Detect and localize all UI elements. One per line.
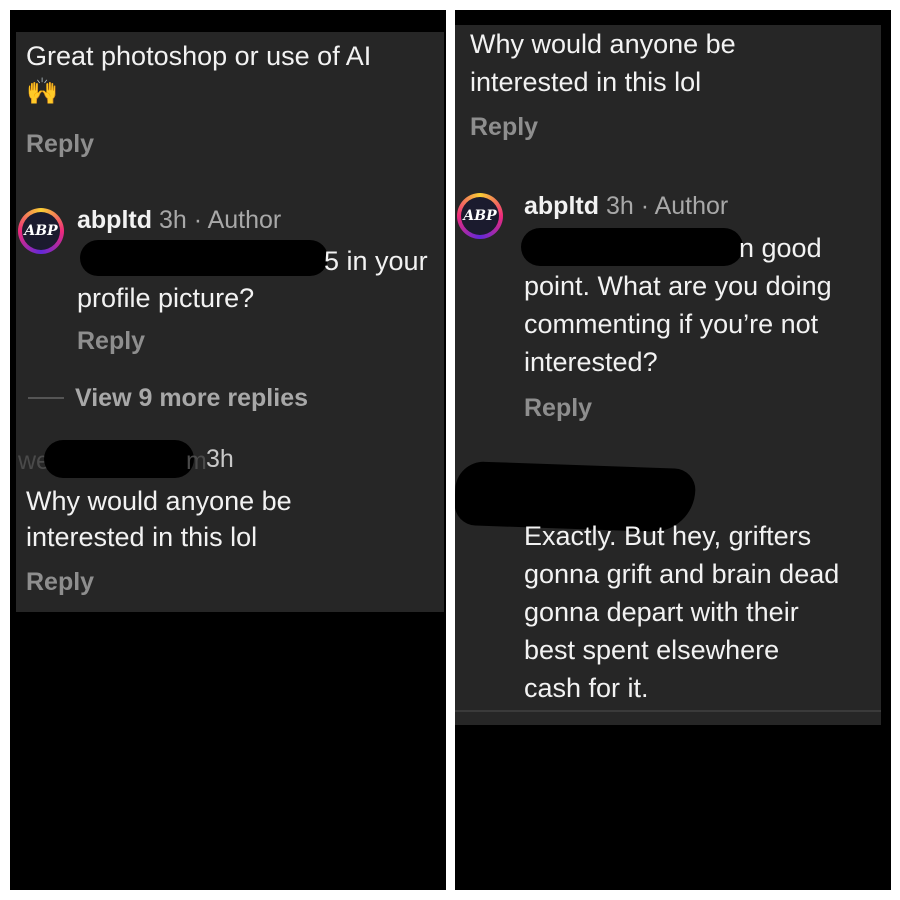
comment-text: gonna depart with their [524, 597, 799, 627]
comment-text: profile picture? [77, 283, 255, 313]
comment-time: 3h [206, 445, 234, 473]
username-partial: m [186, 447, 207, 475]
left-screenshot: Great photoshop or use of AI 🙌 Reply ABP… [10, 10, 446, 890]
redaction-mark [44, 440, 194, 478]
comment-text: Great photoshop or use of AI [26, 41, 372, 71]
avatar-logo: ABP [461, 197, 499, 235]
view-more-replies-link[interactable]: View 9 more replies [75, 384, 308, 413]
comment-text: gonna grift and brain dead [524, 559, 840, 589]
divider [455, 710, 881, 712]
comment-text: Why would anyone be [26, 486, 292, 516]
reply-button[interactable]: Reply [26, 130, 94, 159]
thread-line [28, 397, 64, 399]
redaction-mark [521, 228, 743, 266]
redaction-mark [80, 240, 328, 276]
comment-text: Why would anyone be [470, 29, 736, 59]
comment-text: 5 in your [324, 246, 428, 276]
comment-text: n good [739, 233, 822, 263]
comment-text: cash for it. [524, 673, 649, 703]
reply-button[interactable]: Reply [470, 113, 538, 142]
comment-text: interested? [524, 347, 658, 377]
comment-text: interested in this lol [470, 67, 702, 97]
username-link[interactable]: abpltd [77, 206, 152, 234]
comments-card: Great photoshop or use of AI 🙌 Reply ABP… [16, 32, 444, 612]
username-link[interactable]: abpltd [524, 192, 599, 220]
avatar[interactable]: ABP [457, 193, 503, 239]
comments-card: Why would anyone be interested in this l… [455, 25, 881, 725]
comment-text: Exactly. But hey, grifters [524, 521, 812, 551]
comment-header: abpltd 3h · Author [77, 206, 281, 235]
comment-meta: 3h · Author [152, 206, 282, 234]
right-screenshot: Why would anyone be interested in this l… [455, 10, 891, 890]
comment-meta: 3h · Author [599, 192, 729, 220]
comment-text: commenting if you’re not [524, 309, 819, 339]
reply-button[interactable]: Reply [524, 394, 592, 423]
comment-header: abpltd 3h · Author [524, 192, 728, 221]
reply-button[interactable]: Reply [77, 327, 145, 356]
reply-button[interactable]: Reply [26, 568, 94, 597]
avatar[interactable]: ABP [18, 208, 64, 254]
comment-text: interested in this lol [26, 522, 258, 552]
avatar-logo: ABP [22, 212, 60, 250]
raised-hands-emoji: 🙌 [26, 76, 59, 106]
comment-text: point. What are you doing [524, 271, 832, 301]
comment-text: best spent elsewhere [524, 635, 780, 665]
